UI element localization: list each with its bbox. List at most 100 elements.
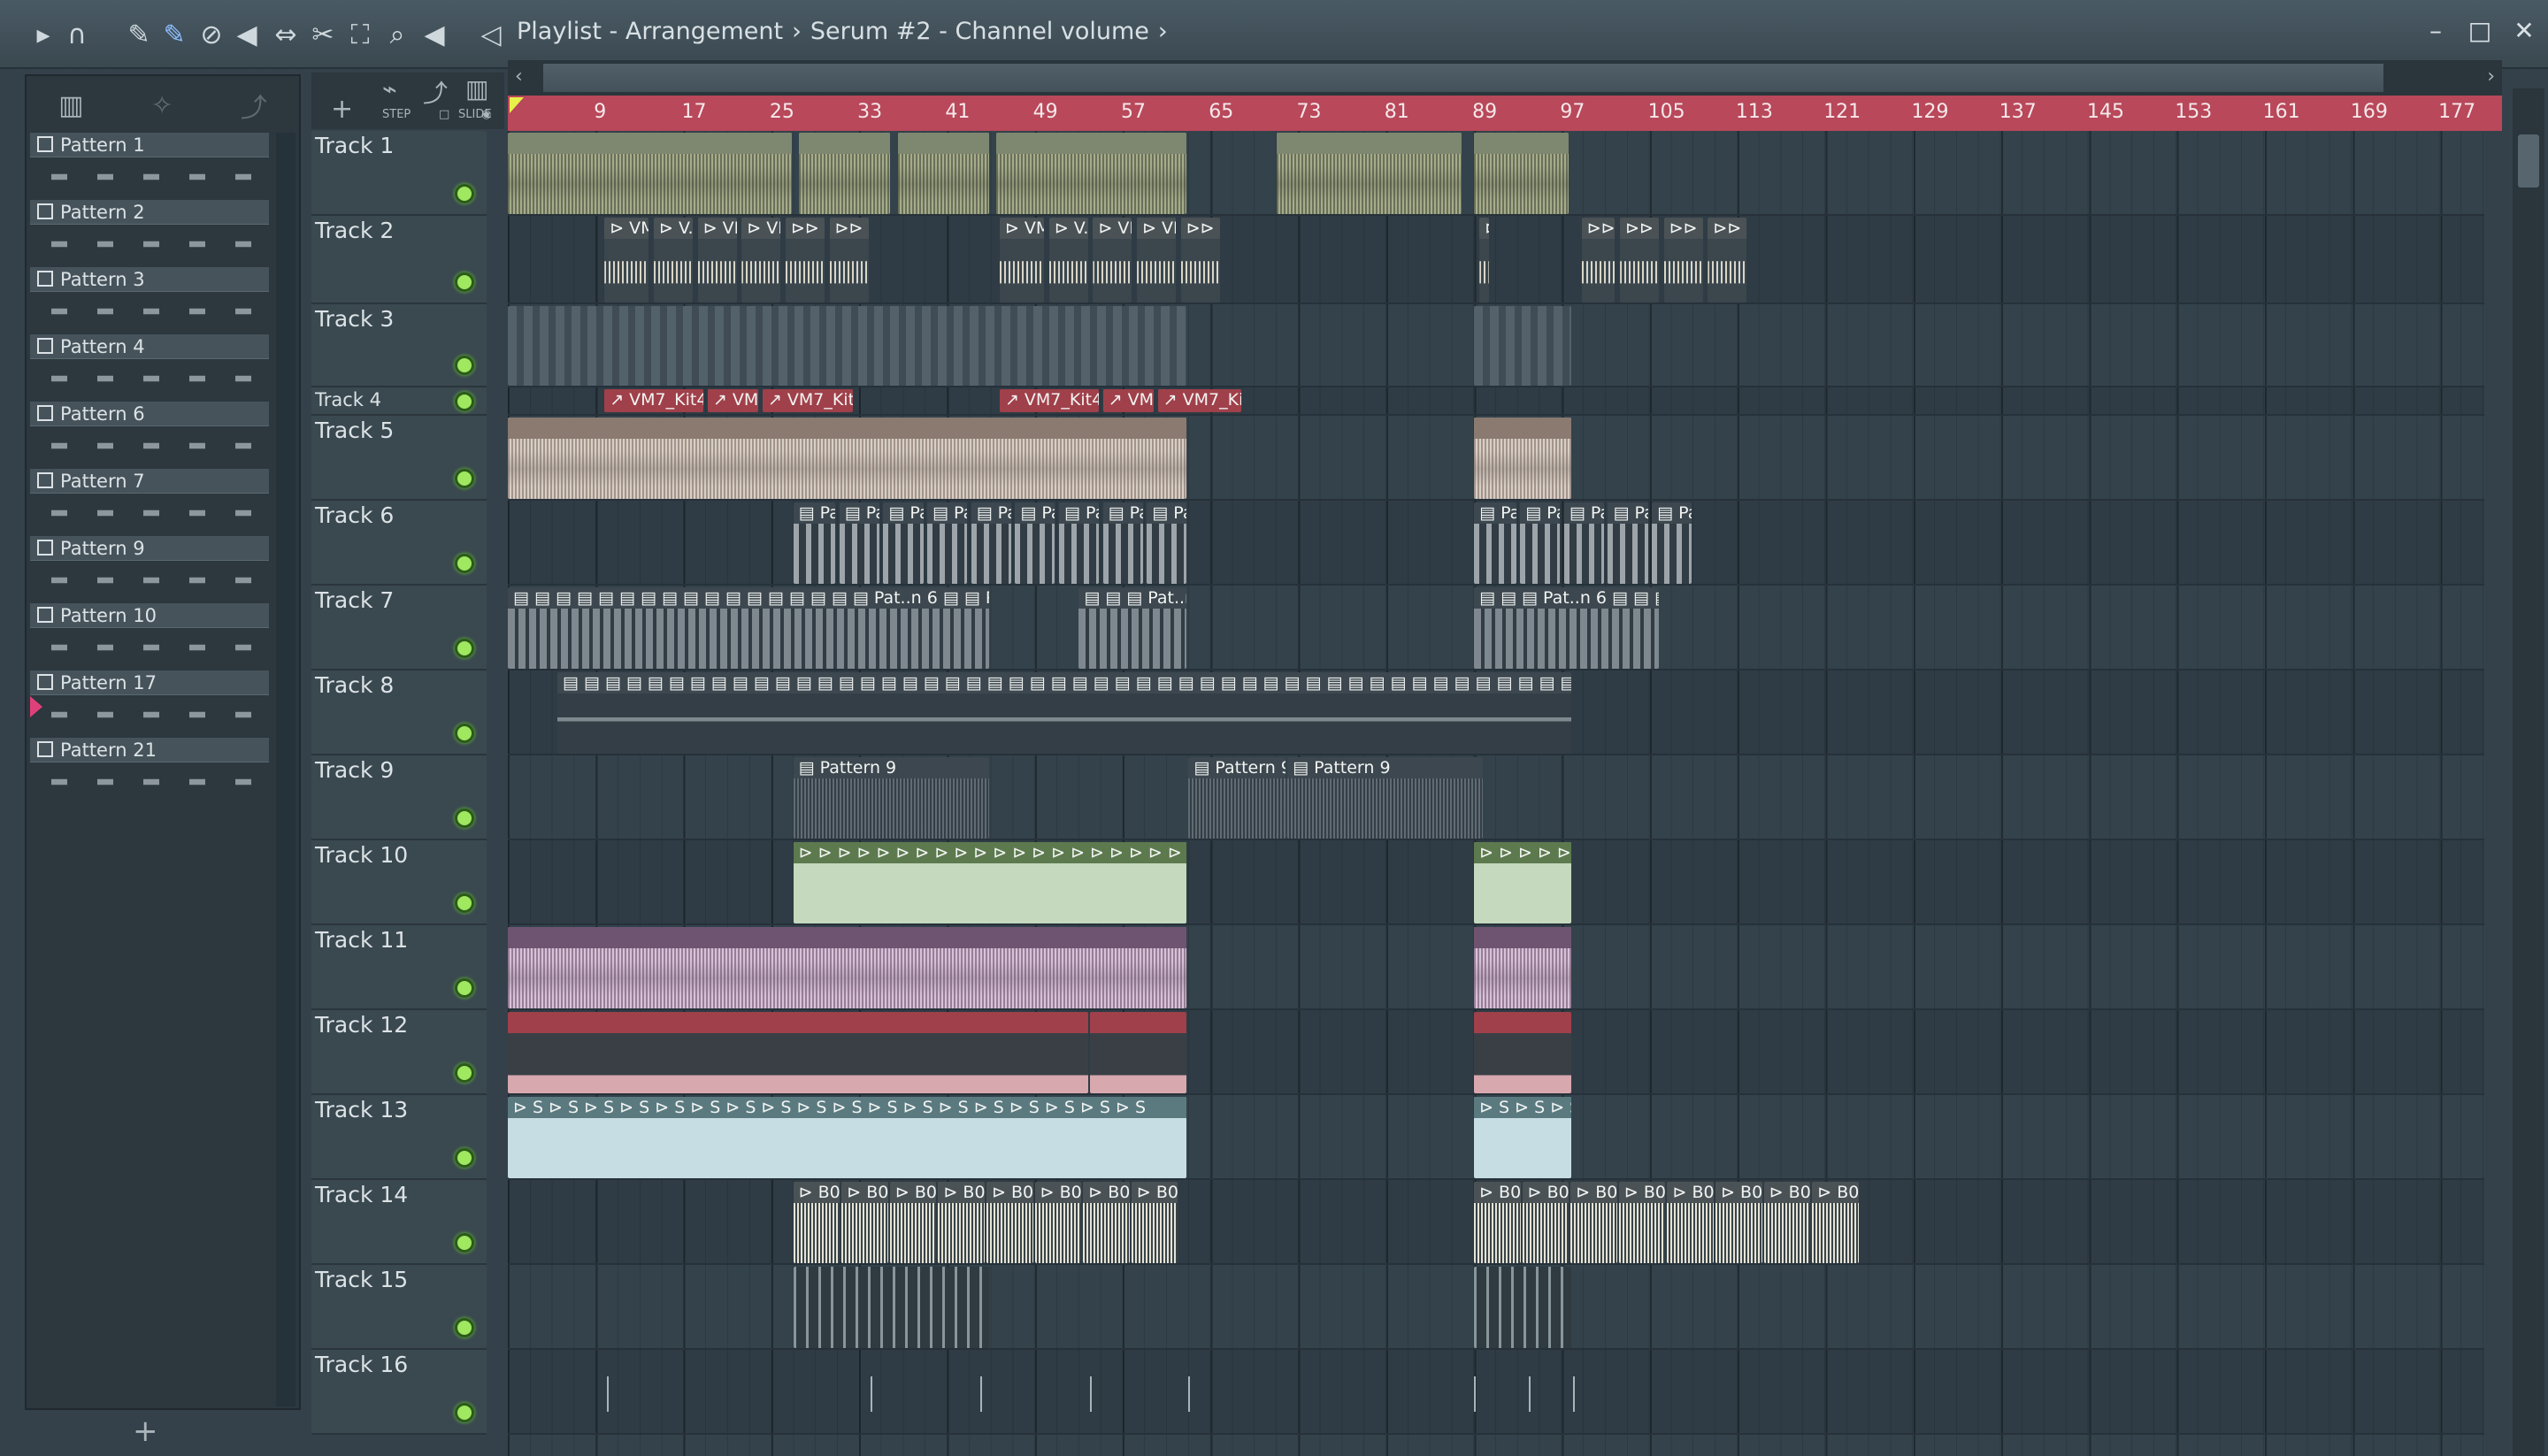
overview-right-arrow-icon[interactable]: › bbox=[2487, 65, 2495, 88]
track-header[interactable]: Track 13 bbox=[311, 1095, 487, 1180]
playlist-clip[interactable]: ⊳ VM..or bbox=[1093, 218, 1132, 303]
playlist-clip[interactable]: ⊳⊳ bbox=[785, 218, 825, 303]
track16-hit[interactable] bbox=[1474, 1376, 1477, 1412]
playlist-clip[interactable] bbox=[1474, 133, 1569, 214]
playlist-clip[interactable]: ⊳⊳ bbox=[1479, 218, 1489, 303]
playlist-clip[interactable]: ▤ Pat..n 3 bbox=[971, 502, 1011, 584]
playlist-clip[interactable] bbox=[1474, 306, 1571, 386]
step-toggle[interactable]: □ bbox=[439, 108, 449, 121]
track-header[interactable]: Track 6 bbox=[311, 501, 487, 586]
track-header[interactable]: Track 2 bbox=[311, 216, 487, 304]
paint-icon[interactable]: ✎ bbox=[156, 16, 193, 53]
playlist-clip[interactable]: ⊳ B0..aps bbox=[1618, 1182, 1666, 1263]
track-header[interactable]: Track 14 bbox=[311, 1180, 487, 1265]
playlist-clip[interactable] bbox=[1276, 133, 1462, 214]
track-lane[interactable] bbox=[508, 1350, 2484, 1435]
playlist-clip[interactable]: ▤ Pattern 9 bbox=[1188, 757, 1286, 839]
track-mute-led[interactable] bbox=[455, 1318, 474, 1337]
track-header[interactable]: Track 7 bbox=[311, 586, 487, 671]
playlist-clip[interactable]: ⊳ B0..aps bbox=[1131, 1182, 1178, 1263]
playlist-clip[interactable]: ▤ Pat..n 3 bbox=[793, 502, 836, 584]
zoom-icon[interactable]: ⌕ bbox=[379, 16, 416, 53]
pattern-item[interactable]: Pattern 7 bbox=[30, 469, 269, 533]
slip-icon[interactable]: ⇔ bbox=[267, 16, 304, 53]
playlist-clip[interactable]: ⊳ B0..aps bbox=[889, 1182, 937, 1263]
mute-icon[interactable]: ◀ bbox=[228, 16, 265, 53]
track-header[interactable]: Track 3 bbox=[311, 304, 487, 387]
speaker-icon[interactable]: ◁ bbox=[472, 16, 510, 53]
wave-icon[interactable]: ⌁ bbox=[382, 74, 397, 103]
track-header[interactable]: Track 4 bbox=[311, 387, 487, 416]
playlist-clip[interactable]: ⊳ ⊳ ⊳ ⊳ ⊳ ⊳ ⊳ ⊳ ⊳ ⊳ ⊳ ⊳ ⊳ ⊳ ⊳ ⊳ ⊳ ⊳ ⊳ ⊳ … bbox=[793, 842, 1187, 923]
track-mute-led[interactable] bbox=[455, 469, 474, 488]
playlist-clip[interactable] bbox=[1474, 927, 1571, 1008]
playlist-clip[interactable]: ⊳ B0..aps bbox=[1667, 1182, 1715, 1263]
playlist-clip[interactable] bbox=[798, 133, 891, 214]
playlist-clip[interactable] bbox=[508, 133, 792, 214]
track16-hit[interactable] bbox=[979, 1376, 982, 1412]
automation-mode-icon[interactable]: ⤴ bbox=[241, 86, 267, 125]
playlist-clip[interactable]: ▤ Pat..n 3 bbox=[927, 502, 968, 584]
pattern-item[interactable]: Pattern 4 bbox=[30, 334, 269, 398]
track-header[interactable]: Track 5 bbox=[311, 416, 487, 501]
automation-clip[interactable]: ↗ VM7_Kit4_..volume bbox=[604, 389, 704, 412]
playlist-clip[interactable]: ⊳ V..r bbox=[1048, 218, 1088, 303]
playlist-clip[interactable]: ▤ Pat..n 3 bbox=[1563, 502, 1604, 584]
playlist-clip[interactable]: ⊳ VM..r bbox=[604, 218, 649, 303]
playlist-clip[interactable]: ▤ ▤ ▤ ▤ ▤ ▤ ▤ ▤ ▤ ▤ ▤ ▤ ▤ ▤ ▤ ▤ ▤ Pat..n… bbox=[508, 587, 990, 669]
track-mute-led[interactable] bbox=[455, 1148, 474, 1168]
pencil-icon[interactable]: ✎ bbox=[120, 16, 157, 53]
playlist-clip[interactable]: ▤ Pattern 9 bbox=[793, 757, 990, 839]
magnet-icon[interactable]: ∩ bbox=[58, 16, 96, 53]
track-mute-led[interactable] bbox=[455, 1233, 474, 1253]
playlist-clip[interactable]: ⊳ B0..aps bbox=[1522, 1182, 1569, 1263]
track-mute-led[interactable] bbox=[455, 554, 474, 573]
add-pattern-button[interactable]: + bbox=[133, 1414, 158, 1449]
playlist-clip[interactable]: ⊳ B0..aps bbox=[986, 1182, 1033, 1263]
playlist-clip[interactable]: ⊳ B0..aps bbox=[841, 1182, 888, 1263]
playlist-clip[interactable] bbox=[897, 133, 990, 214]
playlist-clip[interactable]: ▤ Pat..n 3 bbox=[1058, 502, 1100, 584]
track-mute-led[interactable] bbox=[455, 978, 474, 998]
track-header[interactable]: Track 16 bbox=[311, 1350, 487, 1435]
playlist-clip[interactable]: ▤ ▤ ▤ ▤ ▤ ▤ ▤ ▤ ▤ ▤ ▤ ▤ ▤ ▤ ▤ ▤ ▤ ▤ ▤ ▤ … bbox=[556, 672, 1571, 754]
playlist-clip[interactable]: ⊳⊳ bbox=[829, 218, 869, 303]
playlist-clip[interactable]: ▤ Pat..n 3 bbox=[883, 502, 924, 584]
overview-thumb[interactable] bbox=[543, 64, 2383, 92]
playlist-clip[interactable]: ⊳⊳ bbox=[1581, 218, 1616, 303]
playlist-clip[interactable] bbox=[1474, 418, 1571, 499]
pattern-item[interactable]: Pattern 1 bbox=[30, 133, 269, 196]
slice-icon[interactable]: ✂ bbox=[304, 16, 342, 53]
play-arrow-icon[interactable]: ▸ bbox=[25, 16, 62, 53]
automation-clip[interactable]: ↗ VM7_Kit4_..volume bbox=[999, 389, 1100, 412]
pattern-item[interactable]: Pattern 3 bbox=[30, 267, 269, 331]
playlist-clip[interactable] bbox=[1474, 1267, 1571, 1348]
overview-left-arrow-icon[interactable]: ‹ bbox=[515, 65, 523, 88]
delete-icon[interactable]: ⊘ bbox=[193, 16, 230, 53]
playhead-marker[interactable] bbox=[510, 97, 524, 113]
select-icon[interactable]: ⛶ bbox=[342, 16, 379, 53]
playlist-clip[interactable] bbox=[793, 1267, 990, 1348]
playlist-clip[interactable]: ⊳ B0..aps bbox=[793, 1182, 840, 1263]
piano-mode-icon[interactable]: ▥ bbox=[58, 90, 83, 121]
track-mute-led[interactable] bbox=[455, 356, 474, 375]
track-mute-led[interactable] bbox=[455, 808, 474, 828]
maximize-button[interactable]: □ bbox=[2465, 16, 2495, 51]
playlist-clip[interactable]: ▤ Patt..17 bbox=[1474, 502, 1516, 584]
playlist-clip[interactable] bbox=[508, 1012, 1088, 1093]
track-header[interactable]: Track 8 bbox=[311, 671, 487, 755]
track-header[interactable]: Track 9 bbox=[311, 755, 487, 840]
track-header[interactable]: Track 12 bbox=[311, 1010, 487, 1095]
track-header[interactable]: Track 11 bbox=[311, 925, 487, 1010]
pattern-item[interactable]: Pattern 6 bbox=[30, 402, 269, 465]
track16-hit[interactable] bbox=[870, 1376, 872, 1412]
vertical-scrollbar[interactable] bbox=[2513, 88, 2544, 1456]
playlist-overview[interactable]: ‹ › bbox=[508, 60, 2502, 96]
playlist-clip[interactable]: ⊳ B0..aps bbox=[938, 1182, 986, 1263]
pattern-item[interactable]: Pattern 10 bbox=[30, 603, 269, 667]
pattern-item[interactable]: Pattern 21 bbox=[30, 738, 269, 801]
playlist-clip[interactable] bbox=[508, 306, 1187, 386]
automation-clip[interactable]: ↗ VM7_Kit4_..volume bbox=[762, 389, 854, 412]
playlist-clip[interactable]: ▤ Pattern 9 bbox=[1287, 757, 1484, 839]
playlist-clip[interactable]: ⊳ VM..r bbox=[999, 218, 1045, 303]
